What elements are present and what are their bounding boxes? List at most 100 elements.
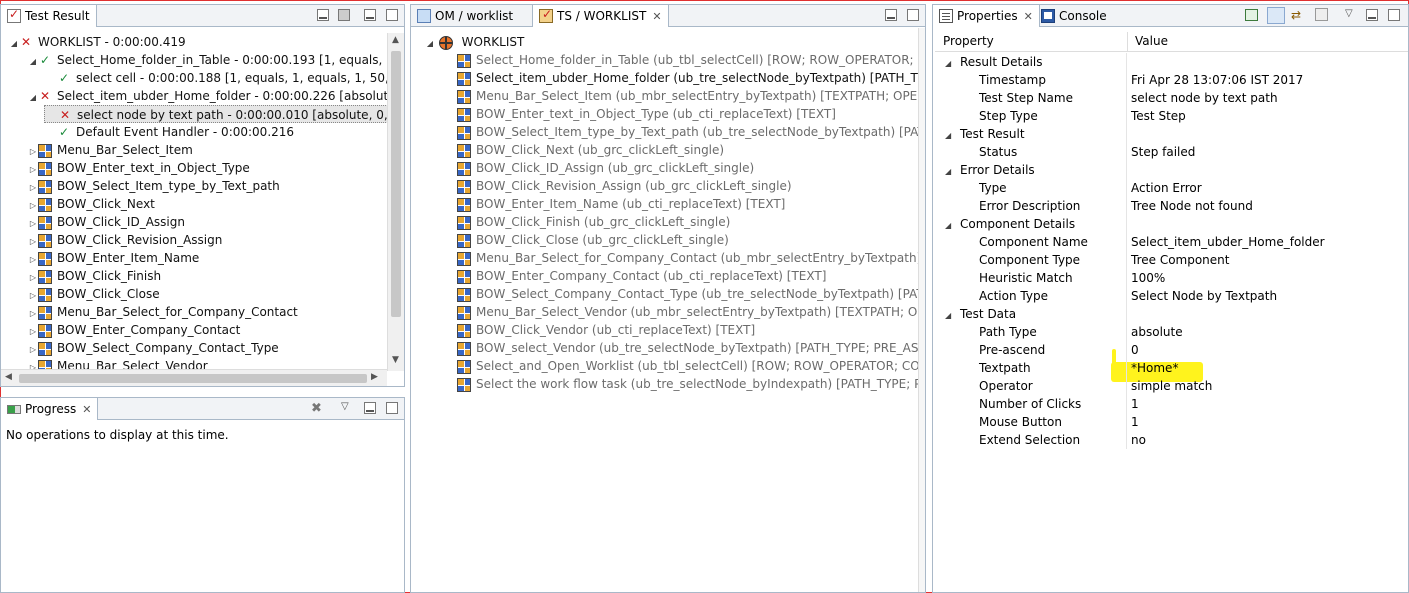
tree-item[interactable]: ▷ BOW_Enter_Company_Contact [28, 321, 240, 339]
property-row[interactable]: Textpath *Home* [935, 359, 1405, 377]
minimize-view-button[interactable] [364, 9, 376, 21]
scroll-left-arrow[interactable]: ◀ [5, 372, 12, 382]
property-row[interactable]: Test Step Name select node by text path [935, 89, 1405, 107]
property-row[interactable]: Extend Selection no [935, 431, 1405, 449]
property-row[interactable]: Action Type Select Node by Textpath [935, 287, 1405, 305]
maximize-view-button[interactable] [386, 402, 398, 414]
worklist-step[interactable]: BOW_Select_Item_type_by_Text_path (ub_tr… [457, 123, 925, 141]
property-row[interactable]: Component Name Select_item_ubder_Home_fol… [935, 233, 1405, 251]
tree-item[interactable]: ▷ BOW_Click_Close [28, 285, 160, 303]
tree-item[interactable]: ▷ BOW_Enter_Item_Name [28, 249, 199, 267]
tree-item[interactable]: ✓ select cell - 0:00:00.188 [1, equals, 1… [47, 69, 404, 87]
scroll-right-arrow[interactable]: ▶ [371, 372, 378, 382]
test-result-vscroll[interactable]: ▲ ▼ [387, 33, 404, 371]
scroll-down-arrow[interactable]: ▼ [392, 355, 399, 365]
property-group[interactable]: ◢ Test Result [935, 125, 1405, 143]
view-menu-icon[interactable]: ▽ [1345, 8, 1353, 19]
property-group[interactable]: ◢ Result Details [935, 53, 1405, 71]
minimize-button[interactable] [317, 9, 329, 21]
worklist-step[interactable]: BOW_select_Vendor (ub_tre_selectNode_byT… [457, 339, 925, 357]
worklist-step[interactable]: Menu_Bar_Select_for_Company_Contact (ub_… [457, 249, 925, 267]
view-toggle-button[interactable] [338, 9, 350, 21]
worklist-step[interactable]: Menu_Bar_Select_Item (ub_mbr_selectEntry… [457, 87, 925, 105]
worklist-step[interactable]: Select the work flow task (ub_tre_select… [457, 375, 925, 393]
property-row[interactable]: Pre-ascend 0 [935, 341, 1405, 359]
worklist-step[interactable]: BOW_Enter_text_in_Object_Type (ub_cti_re… [457, 105, 836, 123]
worklist-step[interactable]: BOW_Click_Finish (ub_grc_clickLeft_singl… [457, 213, 730, 231]
worklist-step[interactable]: BOW_Click_Next (ub_grc_clickLeft_single) [457, 141, 724, 159]
test-result-hscroll[interactable]: ◀ ▶ [1, 369, 387, 386]
worklist-step[interactable]: BOW_Click_Revision_Assign (ub_grc_clickL… [457, 177, 792, 195]
view-menu-icon[interactable]: ▽ [341, 401, 349, 412]
tree-item[interactable]: ▷ BOW_Select_Company_Contact_Type [28, 339, 279, 357]
tab-ts-worklist[interactable]: ✓ TS / WORKLIST ✕ [532, 5, 669, 27]
scroll-up-arrow[interactable]: ▲ [392, 35, 399, 45]
maximize-view-button[interactable] [386, 9, 398, 21]
restore-default-icon[interactable] [1315, 8, 1328, 21]
editor-vscroll[interactable] [918, 28, 925, 592]
property-row[interactable]: Operator simple match [935, 377, 1405, 395]
close-icon[interactable]: ✕ [652, 10, 661, 23]
property-row[interactable]: Heuristic Match 100% [935, 269, 1405, 287]
tree-item[interactable]: ▷ Menu_Bar_Select_for_Company_Contact [28, 303, 298, 321]
scroll-thumb[interactable] [391, 51, 401, 317]
property-row[interactable]: Number of Clicks 1 [935, 395, 1405, 413]
property-row[interactable]: Error Description Tree Node not found [935, 197, 1405, 215]
tab-progress[interactable]: Progress ✕ [1, 398, 99, 420]
categories-icon[interactable] [1267, 7, 1285, 24]
column-value[interactable]: Value [1135, 34, 1168, 48]
hscroll-thumb[interactable] [19, 374, 367, 383]
maximize-view-button[interactable] [1388, 9, 1400, 21]
worklist-root[interactable]: ◢ WORKLIST [425, 33, 524, 51]
tree-item[interactable]: ▷ BOW_Click_ID_Assign [28, 213, 185, 231]
tab-properties[interactable]: Properties ✕ [933, 5, 1040, 27]
collapse-arrow-icon[interactable]: ◢ [28, 53, 38, 71]
tab-om-worklist[interactable]: OM / worklist [411, 5, 519, 27]
worklist-step[interactable]: Select_Home_folder_in_Table (ub_tbl_sele… [457, 51, 925, 69]
column-divider[interactable] [1127, 32, 1128, 52]
collapse-arrow-icon[interactable]: ◢ [28, 89, 38, 107]
worklist-step[interactable]: BOW_Click_Vendor (ub_cti_replaceText) [T… [457, 321, 755, 339]
remove-all-icon[interactable]: ✖ [311, 401, 322, 416]
property-row[interactable]: Type Action Error [935, 179, 1405, 197]
close-icon[interactable]: ✕ [1024, 10, 1033, 23]
pin-icon[interactable] [1245, 9, 1258, 21]
tree-item[interactable]: ✓ Default Event Handler - 0:00:00.216 [47, 123, 294, 141]
tree-item[interactable]: ▷ BOW_Click_Next [28, 195, 155, 213]
tab-test-result[interactable]: ✓ Test Result [1, 5, 97, 27]
property-group[interactable]: ◢ Test Data [935, 305, 1405, 323]
tree-item[interactable]: ◢ ✕ Select_item_ubder_Home_folder - 0:00:0… [28, 87, 404, 107]
tree-item[interactable]: ✕ select node by text path - 0:00:00.010 … [44, 105, 404, 123]
property-row[interactable]: Step Type Test Step [935, 107, 1405, 125]
worklist-step[interactable]: BOW_Click_Close (ub_grc_clickLeft_single… [457, 231, 729, 249]
minimize-view-button[interactable] [885, 9, 897, 21]
property-group[interactable]: ◢ Component Details [935, 215, 1405, 233]
tree-item[interactable]: ◢ ✓ Select_Home_folder_in_Table - 0:00:00.… [28, 51, 404, 71]
column-property[interactable]: Property [943, 34, 994, 48]
worklist-step[interactable]: BOW_Enter_Item_Name (ub_cti_replaceText)… [457, 195, 785, 213]
tree-item[interactable]: ▷ BOW_Select_Item_type_by_Text_path [28, 177, 280, 195]
property-row[interactable]: Path Type absolute [935, 323, 1405, 341]
minimize-view-button[interactable] [364, 402, 376, 414]
property-group[interactable]: ◢ Error Details [935, 161, 1405, 179]
tree-item[interactable]: ▷ BOW_Click_Revision_Assign [28, 231, 222, 249]
close-icon[interactable]: ✕ [82, 403, 91, 416]
worklist-step[interactable]: BOW_Select_Company_Contact_Type (ub_tre_… [457, 285, 925, 303]
tree-root[interactable]: ◢ ✕ WORKLIST - 0:00:00.419 [9, 33, 186, 51]
tab-console[interactable]: Console [1035, 5, 1113, 27]
tree-item[interactable]: ▷ BOW_Enter_text_in_Object_Type [28, 159, 250, 177]
minimize-view-button[interactable] [1366, 9, 1378, 21]
worklist-step[interactable]: Select_and_Open_Worklist (ub_tbl_selectC… [457, 357, 925, 375]
maximize-view-button[interactable] [907, 9, 919, 21]
filter-advanced-icon[interactable]: ⇄ [1291, 8, 1301, 22]
collapse-arrow-icon[interactable]: ◢ [9, 35, 19, 53]
tree-item[interactable]: ▷ BOW_Click_Finish [28, 267, 161, 285]
worklist-step[interactable]: BOW_Enter_Company_Contact (ub_cti_replac… [457, 267, 826, 285]
property-row[interactable]: Mouse Button 1 [935, 413, 1405, 431]
worklist-step[interactable]: Select_item_ubder_Home_folder (ub_tre_se… [457, 69, 925, 87]
property-row[interactable]: Status Step failed [935, 143, 1405, 161]
tree-item[interactable]: ▷ Menu_Bar_Select_Item [28, 141, 193, 159]
property-row[interactable]: Timestamp Fri Apr 28 13:07:06 IST 2017 [935, 71, 1405, 89]
property-row[interactable]: Component Type Tree Component [935, 251, 1405, 269]
worklist-step[interactable]: BOW_Click_ID_Assign (ub_grc_clickLeft_si… [457, 159, 754, 177]
